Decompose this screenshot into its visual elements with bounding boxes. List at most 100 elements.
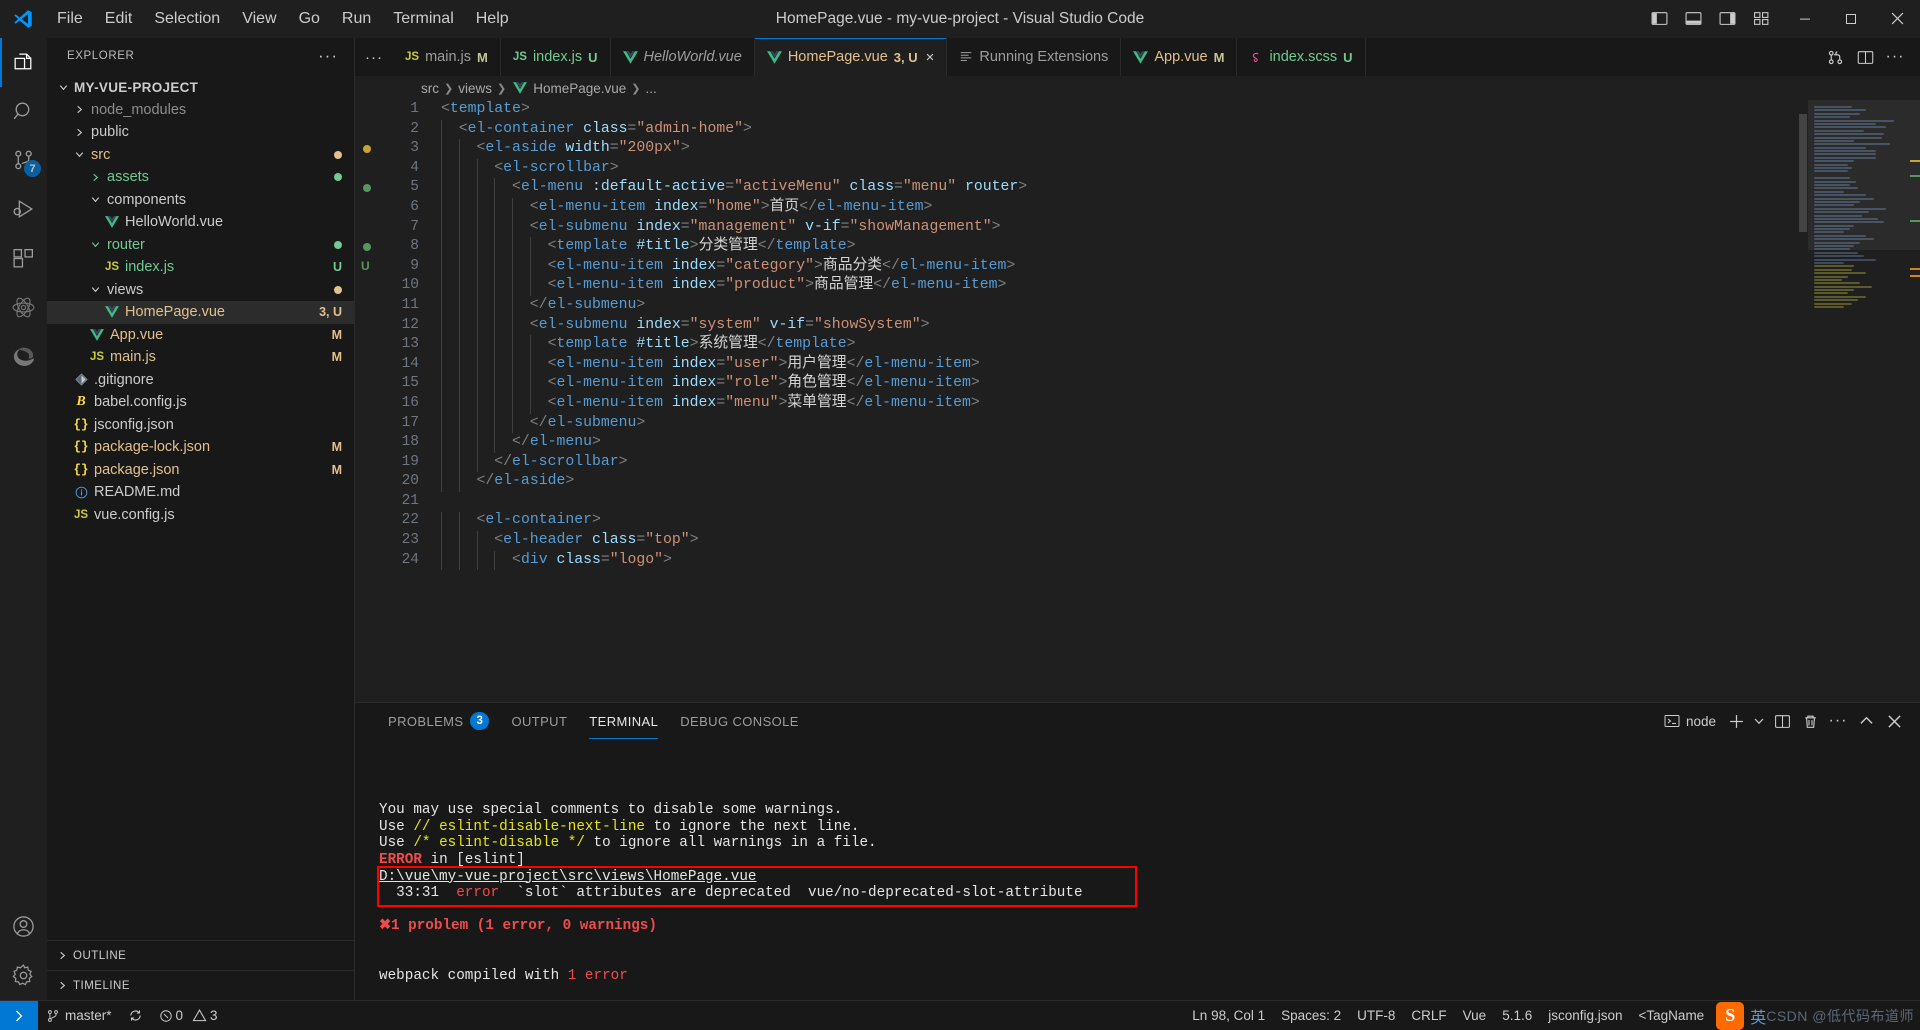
jsconfig-indicator[interactable]: jsconfig.json xyxy=(1540,1001,1630,1030)
ime-indicator[interactable]: S 英 xyxy=(1712,1001,1766,1030)
more-actions-icon[interactable]: ··· xyxy=(1880,38,1910,76)
code-line[interactable]: <template #title>系统管理</template> xyxy=(441,335,1808,355)
code-content[interactable]: <template> <el-container class="admin-ho… xyxy=(419,100,1808,702)
code-line[interactable]: <el-menu-item index="category">商品分类</el-… xyxy=(441,257,1808,277)
tree-item-components[interactable]: components xyxy=(47,189,354,212)
sidebar-section-outline[interactable]: OUTLINE xyxy=(47,940,354,970)
menu-selection[interactable]: Selection xyxy=(143,5,231,33)
tree-item-app-vue[interactable]: App.vue M xyxy=(47,324,354,347)
breadcrumb-src[interactable]: src xyxy=(421,81,439,96)
menu-help[interactable]: Help xyxy=(465,5,520,33)
tree-item-helloworld-vue[interactable]: HelloWorld.vue xyxy=(47,211,354,234)
close-button[interactable] xyxy=(1874,0,1920,38)
activity-react-devtools[interactable] xyxy=(0,283,47,332)
activity-extensions[interactable] xyxy=(0,234,47,283)
split-editor-icon[interactable] xyxy=(1850,38,1880,76)
tree-item-assets[interactable]: assets xyxy=(47,166,354,189)
code-line[interactable]: <el-submenu index="system" v-if="showSys… xyxy=(441,316,1808,336)
code-line[interactable]: <el-scrollbar> xyxy=(441,159,1808,179)
tab-main-js[interactable]: JS main.js M xyxy=(393,38,501,76)
breadcrumb-views[interactable]: views xyxy=(458,81,492,96)
tree-item-babel-config-js[interactable]: B babel.config.js xyxy=(47,391,354,414)
code-line[interactable]: <el-menu :default-active="activeMenu" cl… xyxy=(441,178,1808,198)
menu-file[interactable]: File xyxy=(46,5,94,33)
tree-item-readme-md[interactable]: README.md xyxy=(47,481,354,504)
code-line[interactable]: <template #title>分类管理</template> xyxy=(441,237,1808,257)
encoding-setting[interactable]: UTF-8 xyxy=(1349,1001,1403,1030)
code-line[interactable]: </el-submenu> xyxy=(441,414,1808,434)
code-line[interactable]: <el-menu-item index="role">角色管理</el-menu… xyxy=(441,374,1808,394)
activity-search[interactable] xyxy=(0,87,47,136)
breadcrumb-file[interactable]: HomePage.vue xyxy=(533,81,626,96)
code-line[interactable]: <el-menu-item index="menu">菜单管理</el-menu… xyxy=(441,394,1808,414)
tree-item-index-js[interactable]: JS index.js U xyxy=(47,256,354,279)
menu-run[interactable]: Run xyxy=(331,5,382,33)
panel-tab-problems[interactable]: PROBLEMS 3 xyxy=(377,703,500,739)
code-line[interactable]: </el-menu> xyxy=(441,433,1808,453)
tree-item-gitignore[interactable]: .gitignore xyxy=(47,369,354,392)
split-editor-right-icon[interactable] xyxy=(1820,38,1850,76)
tab-index-scss[interactable]: index.scss U xyxy=(1237,38,1366,76)
tag-indicator[interactable]: <TagName xyxy=(1631,1001,1713,1030)
tab-running-extensions[interactable]: Running Extensions xyxy=(947,38,1122,76)
tree-item-src[interactable]: src xyxy=(47,144,354,167)
menu-view[interactable]: View xyxy=(231,5,287,33)
menu-go[interactable]: Go xyxy=(288,5,331,33)
activity-settings[interactable] xyxy=(0,951,47,1000)
tree-item-node_modules[interactable]: node_modules xyxy=(47,99,354,122)
maximize-panel-icon[interactable] xyxy=(1852,703,1880,739)
language-mode[interactable]: Vue xyxy=(1455,1001,1495,1030)
tree-root-my-vue-project[interactable]: MY-VUE-PROJECT xyxy=(47,76,354,99)
code-line[interactable]: <el-aside width="200px"> xyxy=(441,139,1808,159)
tab-overflow-indicator[interactable]: ··· xyxy=(355,38,393,76)
remote-window-button[interactable] xyxy=(0,1000,38,1030)
tab-helloworld-vue[interactable]: HelloWorld.vue xyxy=(610,38,755,76)
code-line[interactable]: <el-container class="admin-home"> xyxy=(441,120,1808,140)
tab-homepage-vue[interactable]: HomePage.vue 3, U × xyxy=(754,38,948,76)
toggle-primary-sidebar-icon[interactable] xyxy=(1642,0,1676,38)
code-line[interactable]: </el-scrollbar> xyxy=(441,453,1808,473)
tree-item-router[interactable]: router xyxy=(47,234,354,257)
code-line[interactable] xyxy=(441,492,1808,512)
eol-setting[interactable]: CRLF xyxy=(1403,1001,1454,1030)
editor-minimap[interactable] xyxy=(1808,100,1920,702)
customize-layout-icon[interactable] xyxy=(1744,0,1778,38)
tab-app-vue[interactable]: App.vue M xyxy=(1121,38,1238,76)
minimize-button[interactable] xyxy=(1782,0,1828,38)
close-panel-icon[interactable] xyxy=(1880,703,1908,739)
activity-edge-tools[interactable] xyxy=(0,332,47,381)
sidebar-section-timeline[interactable]: TIMELINE xyxy=(47,970,354,1000)
tab-index-js[interactable]: JS index.js U xyxy=(500,38,611,76)
more-actions-icon[interactable]: ··· xyxy=(1824,703,1852,739)
tree-item-public[interactable]: public xyxy=(47,121,354,144)
code-line[interactable]: <el-menu-item index="user">用户管理</el-menu… xyxy=(441,355,1808,375)
code-editor[interactable]: U 1 2 3 4 5 6 7 8 9 10 11 12 13 14 15 16 17 18 19 20 21 22 23 2… xyxy=(355,100,1920,702)
indentation-setting[interactable]: Spaces: 2 xyxy=(1273,1001,1349,1030)
code-line[interactable]: <template> xyxy=(441,100,1808,120)
toggle-panel-icon[interactable] xyxy=(1676,0,1710,38)
tree-item-homepage-vue[interactable]: HomePage.vue 3, U xyxy=(47,301,354,324)
tree-item-package-lock-json[interactable]: {} package-lock.json M xyxy=(47,436,354,459)
code-line[interactable]: <el-container> xyxy=(441,511,1808,531)
code-line[interactable]: </el-submenu> xyxy=(441,296,1808,316)
code-line[interactable]: <div class="logo"> xyxy=(441,551,1808,571)
branch-indicator[interactable]: master* xyxy=(38,1001,120,1030)
activity-source-control[interactable]: 7 xyxy=(0,136,47,185)
sidebar-more-actions-icon[interactable]: ··· xyxy=(312,46,344,66)
toggle-secondary-sidebar-icon[interactable] xyxy=(1710,0,1744,38)
activity-run-debug[interactable] xyxy=(0,185,47,234)
tree-item-vue-config-js[interactable]: JS vue.config.js xyxy=(47,504,354,527)
cursor-position[interactable]: Ln 98, Col 1 xyxy=(1184,1001,1273,1030)
code-line[interactable]: <el-menu-item index="home">首页</el-menu-i… xyxy=(441,198,1808,218)
tree-item-jsconfig-json[interactable]: {} jsconfig.json xyxy=(47,414,354,437)
sync-changes-button[interactable] xyxy=(120,1001,151,1030)
terminal-selector[interactable]: node xyxy=(1658,703,1722,739)
code-line[interactable]: </el-aside> xyxy=(441,472,1808,492)
code-line[interactable]: <el-header class="top"> xyxy=(441,531,1808,551)
panel-tab-debug-console[interactable]: DEBUG CONSOLE xyxy=(669,703,810,739)
menu-edit[interactable]: Edit xyxy=(94,5,144,33)
chevron-down-icon[interactable] xyxy=(1750,703,1768,739)
tab-close-icon[interactable]: × xyxy=(926,49,935,66)
tree-item-package-json[interactable]: {} package.json M xyxy=(47,459,354,482)
problems-indicator[interactable]: 0 3 xyxy=(151,1001,226,1030)
